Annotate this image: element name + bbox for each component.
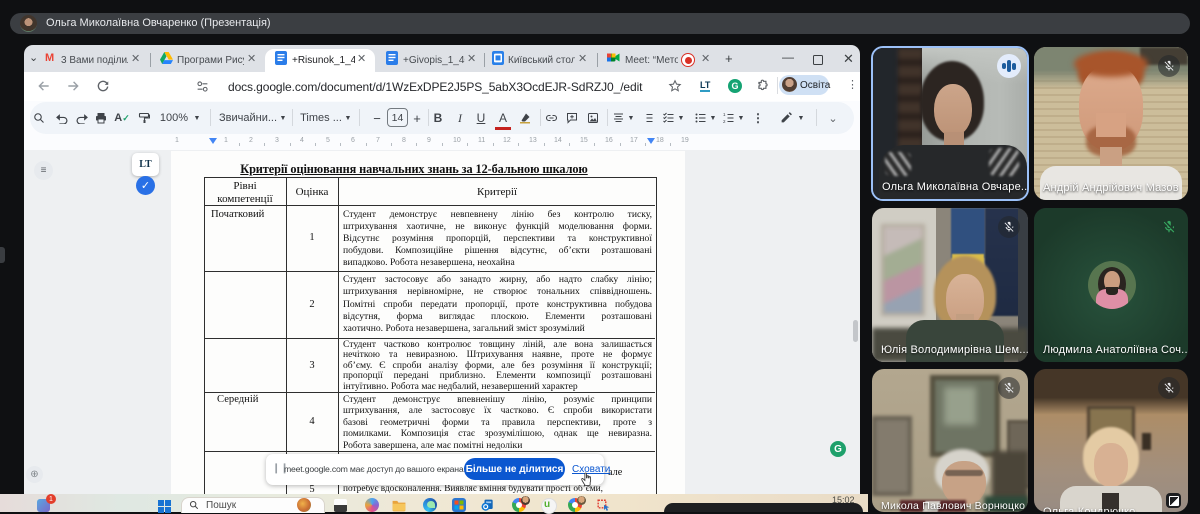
svg-text:2: 2 — [723, 119, 726, 124]
svg-text:1: 1 — [723, 112, 726, 117]
